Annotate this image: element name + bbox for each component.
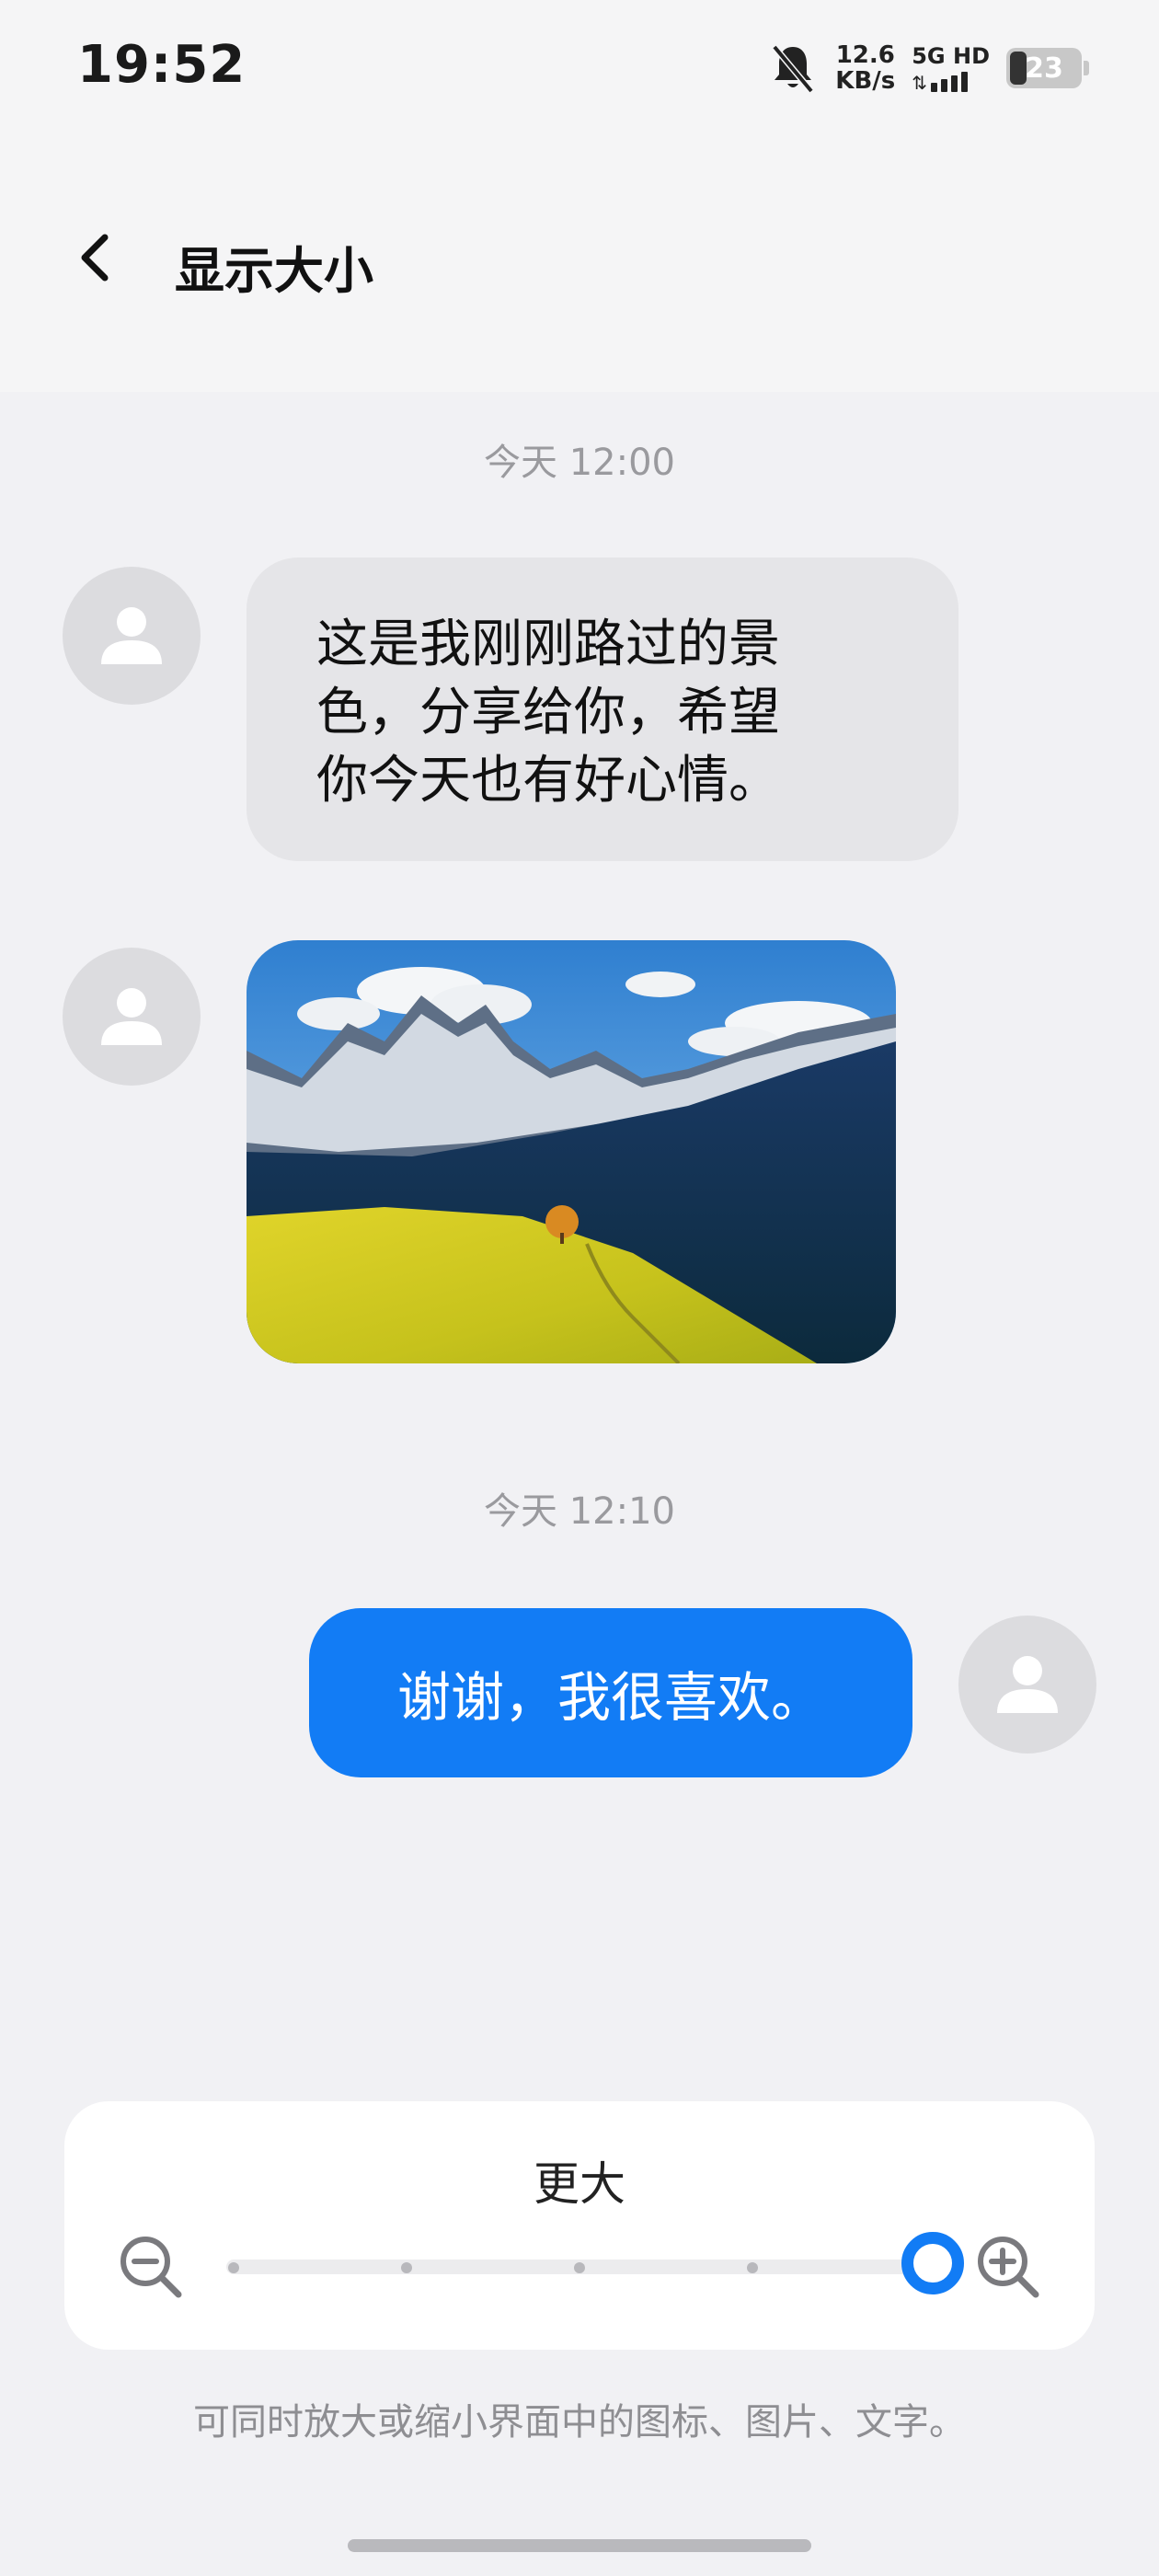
net-speed: 12.6 KB/s bbox=[835, 42, 895, 94]
slider-step[interactable] bbox=[747, 2262, 758, 2273]
chevron-left-icon[interactable] bbox=[72, 230, 123, 285]
header: 显示大小 bbox=[0, 202, 1159, 313]
landscape-photo bbox=[247, 940, 896, 1363]
status-bar: 19:52 12.6 KB/s 5G HD ⇅ 23 bbox=[0, 0, 1159, 138]
slider-step[interactable] bbox=[401, 2262, 412, 2273]
zoom-out-icon[interactable] bbox=[116, 2232, 186, 2302]
person-icon bbox=[101, 988, 162, 1045]
data-arrows-icon: ⇅ bbox=[912, 72, 927, 94]
message-preview: 今天 12:00 这是我刚刚路过的景 色，分享给你，希望 你今天也有好心情。 今… bbox=[0, 392, 1159, 2048]
zoom-in-icon[interactable] bbox=[973, 2232, 1043, 2302]
message-line: 这是我刚刚路过的景 bbox=[316, 615, 780, 674]
person-icon bbox=[997, 1656, 1058, 1713]
size-label: 更大 bbox=[534, 2157, 625, 2211]
signal-icon: 5G HD ⇅ bbox=[912, 44, 990, 92]
avatar bbox=[958, 1616, 1096, 1754]
page-title: 显示大小 bbox=[175, 242, 373, 300]
size-slider[interactable] bbox=[226, 2260, 944, 2274]
timestamp: 今天 12:00 bbox=[484, 442, 675, 484]
slider-step[interactable] bbox=[228, 2262, 239, 2273]
battery-level: 23 bbox=[1025, 52, 1063, 85]
net-speed-unit: KB/s bbox=[835, 67, 896, 95]
slider-thumb[interactable] bbox=[901, 2232, 964, 2294]
top-area: 19:52 12.6 KB/s 5G HD ⇅ 23 显示大小 bbox=[0, 0, 1159, 392]
status-icons: 12.6 KB/s 5G HD ⇅ 23 bbox=[769, 40, 1089, 96]
status-time: 19:52 bbox=[77, 35, 247, 95]
avatar bbox=[63, 567, 201, 705]
hint-text: 可同时放大或缩小界面中的图标、图片、文字。 bbox=[193, 2401, 966, 2444]
outgoing-message-bubble: 谢谢，我很喜欢。 bbox=[309, 1608, 912, 1777]
person-icon bbox=[101, 607, 162, 664]
signal-bars: ⇅ bbox=[912, 68, 971, 92]
home-indicator[interactable] bbox=[348, 2539, 811, 2552]
display-size-card: 更大 bbox=[64, 2101, 1095, 2350]
battery-icon: 23 bbox=[1006, 48, 1089, 88]
message-line: 色，分享给你，希望 bbox=[316, 683, 780, 742]
net-speed-value: 12.6 bbox=[835, 41, 895, 69]
incoming-message-bubble: 这是我刚刚路过的景 色，分享给你，希望 你今天也有好心情。 bbox=[247, 558, 958, 861]
slider-step[interactable] bbox=[574, 2262, 585, 2273]
signal-label: 5G HD bbox=[912, 43, 990, 69]
bell-muted-icon bbox=[772, 44, 814, 94]
message-line: 你今天也有好心情。 bbox=[316, 751, 780, 811]
timestamp: 今天 12:10 bbox=[484, 1490, 675, 1533]
avatar bbox=[63, 948, 201, 1086]
